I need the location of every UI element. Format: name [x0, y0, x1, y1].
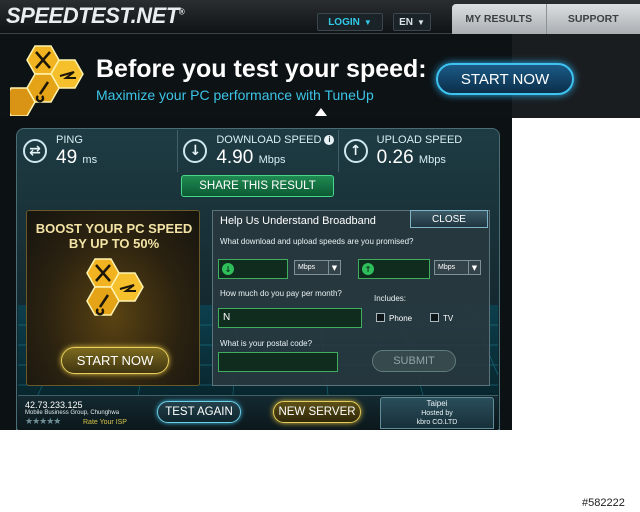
upload-label: UPLOAD SPEED [376, 134, 463, 146]
upload-arrow-icon: ↑ [362, 263, 374, 275]
share-result-button[interactable]: SHARE THIS RESULT [181, 175, 334, 197]
tab-support[interactable]: SUPPORT [547, 4, 640, 34]
boost-title-line2: BY UP TO 50% [68, 236, 160, 251]
upload-value: 0.26 [376, 147, 414, 168]
server-city: Taipei [426, 399, 448, 408]
survey-title: Help Us Understand Broadband [220, 215, 376, 227]
host-name: kbro CO.LTD [416, 419, 458, 426]
submit-button[interactable]: SUBMIT [372, 350, 456, 372]
includes-label: Includes: [374, 294, 407, 303]
upload-value-group: 0.26 Mbps [377, 147, 446, 169]
download-unit-value: Mbps [298, 264, 316, 271]
ping-value-group: 49 ms [56, 147, 97, 169]
boost-start-now-button[interactable]: START NOW [61, 347, 169, 374]
chevron-down-icon: ▼ [363, 17, 372, 27]
download-stat: ↓ DOWNLOAD SPEED i 4.90 Mbps [178, 130, 339, 172]
download-arrow-icon: ↓ [222, 263, 234, 275]
account-tabs: MY RESULTS SUPPORT [452, 4, 640, 34]
banner-title: Before you test your speed: [96, 55, 427, 83]
site-logo-text: SPEEDTEST.NET [6, 3, 179, 28]
trademark-mark: ® [178, 7, 185, 17]
language-select[interactable]: EN ▼ [393, 13, 431, 31]
chevron-down-icon: ▼ [416, 17, 425, 27]
tab-my-results[interactable]: MY RESULTS [452, 4, 547, 34]
ping-unit: ms [82, 154, 98, 166]
price-question: How much do you pay per month? [220, 289, 342, 298]
login-button[interactable]: LOGIN ▼ [317, 13, 383, 31]
download-speed-input[interactable]: ↓ [218, 259, 288, 279]
results-stats: ⇄ PING 49 ms ↓ DOWNLOAD SPEED i 4.90 Mbps… [18, 130, 498, 172]
upload-speed-input[interactable]: ↑ [358, 259, 430, 279]
pointer-triangle-icon [315, 108, 327, 116]
site-logo[interactable]: SPEEDTEST.NET® [6, 3, 185, 29]
close-button[interactable]: CLOSE [410, 210, 488, 228]
upload-arrow-icon: ↑ [343, 139, 368, 163]
rate-isp-link[interactable]: Rate Your ISP [83, 419, 127, 426]
rating-stars[interactable]: ★★★★★ [25, 417, 61, 427]
hosted-by-label: Hosted by [421, 410, 453, 417]
postal-question: What is your postal code? [220, 339, 313, 348]
boost-title-line1: BOOST YOUR PC SPEED [35, 221, 193, 236]
chevron-down-icon: ▼ [328, 261, 340, 274]
monthly-price-input[interactable]: N [218, 308, 362, 328]
tools-hexagon-icon [86, 258, 144, 316]
info-icon[interactable]: i [324, 135, 335, 145]
download-unit: Mbps [258, 154, 286, 166]
tools-hexagon-icon [10, 45, 84, 116]
ping-value: 49 [56, 147, 78, 168]
boost-title: BOOST YOUR PC SPEED BY UP TO 50% [27, 221, 201, 251]
phone-checkbox-label: Phone [389, 314, 413, 323]
ping-label: PING [56, 134, 83, 146]
ip-address: 42.73.233.125 [25, 400, 83, 410]
banner-subtitle[interactable]: Maximize your PC performance with TuneUp [96, 87, 374, 103]
download-arrow-icon: ↓ [183, 139, 208, 163]
download-label-group: DOWNLOAD SPEED i [216, 134, 335, 146]
monthly-price-value: N [223, 312, 231, 323]
isp-name: Mobile Business Group, Chunghwa [25, 410, 120, 416]
phone-checkbox[interactable] [376, 313, 385, 322]
upload-unit: Mbps [418, 154, 446, 166]
page: SPEEDTEST.NET® LOGIN ▼ EN ▼ MY RESULTS SUP… [0, 0, 640, 512]
language-label: EN [399, 16, 413, 28]
login-label: LOGIN [328, 16, 360, 28]
banner-start-now-button[interactable]: START NOW [436, 63, 574, 95]
download-unit-select[interactable]: Mbps ▼ [294, 260, 341, 275]
tv-checkbox[interactable] [430, 313, 439, 322]
test-again-button[interactable]: TEST AGAIN [157, 401, 241, 423]
new-server-button[interactable]: NEW SERVER [273, 401, 361, 423]
download-value-group: 4.90 Mbps [216, 147, 285, 169]
chevron-down-icon: ▼ [468, 261, 480, 274]
upload-unit-select[interactable]: Mbps ▼ [434, 260, 481, 275]
ping-stat: ⇄ PING 49 ms [18, 130, 179, 172]
tv-checkbox-label: TV [443, 314, 454, 323]
top-navigation-bar: SPEEDTEST.NET® LOGIN ▼ EN ▼ MY RESULTS SUP… [0, 0, 640, 34]
boost-pc-promo: BOOST YOUR PC SPEED BY UP TO 50% START N… [26, 210, 200, 386]
download-value: 4.90 [216, 147, 254, 168]
upload-stat: ↑ UPLOAD SPEED 0.26 Mbps [339, 130, 498, 172]
image-id-watermark: #582222 [582, 497, 625, 509]
upload-unit-value: Mbps [438, 264, 456, 271]
speeds-question: What download and upload speeds are you … [220, 237, 414, 246]
postal-code-input[interactable] [218, 352, 338, 372]
ping-arrows-icon: ⇄ [23, 139, 47, 163]
download-label: DOWNLOAD SPEED [216, 134, 322, 146]
